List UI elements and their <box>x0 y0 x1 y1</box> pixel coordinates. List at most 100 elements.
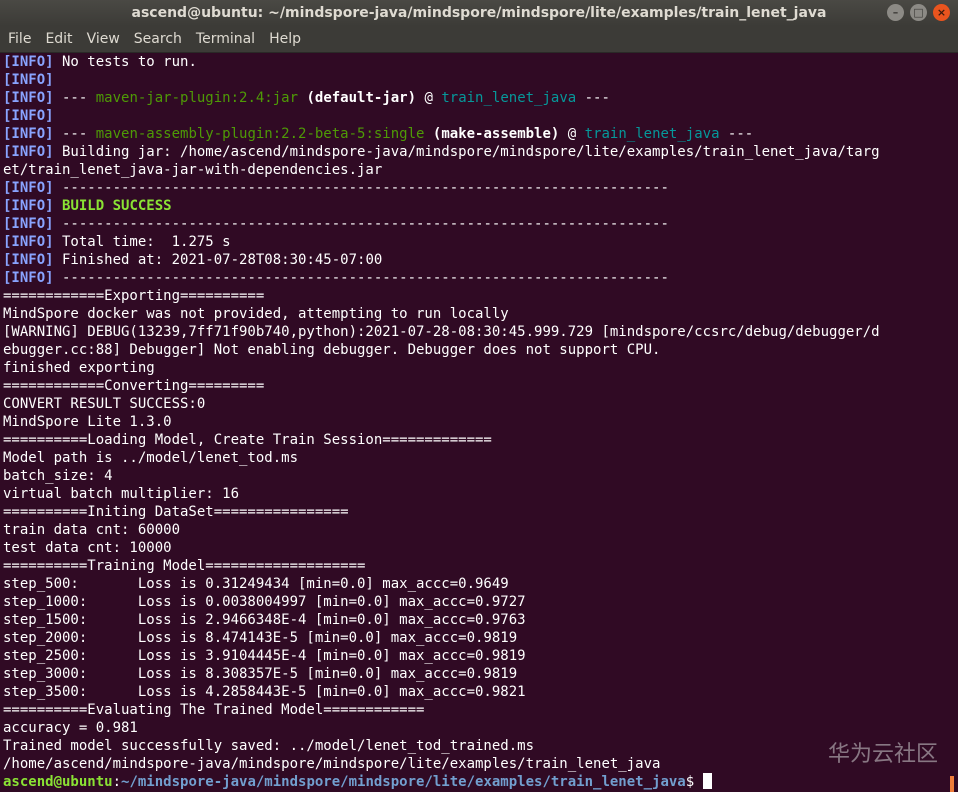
window-controls: – □ × <box>887 4 950 21</box>
prompt-path: ~/mindspore-java/mindspore/mindspore/lit… <box>121 774 686 790</box>
line-text <box>54 198 62 214</box>
terminal-line: test data cnt: 10000 <box>3 539 951 557</box>
info-tag: [INFO] <box>3 144 54 160</box>
line-text: virtual batch multiplier: 16 <box>3 486 240 502</box>
terminal-line: finished exporting <box>3 359 951 377</box>
terminal-line: [INFO] ---------------------------------… <box>3 215 951 233</box>
line-text: step_2000: Loss is 8.474143E-5 [min=0.0]… <box>3 630 518 646</box>
line-text: ==========Loading Model, Create Train Se… <box>3 432 492 448</box>
scroll-indicator[interactable] <box>950 776 954 792</box>
terminal-line: [INFO] No tests to run. <box>3 53 951 71</box>
info-tag: [INFO] <box>3 72 54 88</box>
prompt-separator: : <box>112 774 122 790</box>
line-text: ----------------------------------------… <box>53 270 669 286</box>
text-cursor <box>703 773 713 789</box>
line-text: --- <box>719 126 754 142</box>
terminal-line: [INFO] Building jar: /home/ascend/mindsp… <box>3 143 951 161</box>
line-text: CONVERT RESULT SUCCESS:0 <box>3 396 206 412</box>
line-text: MindSpore Lite 1.3.0 <box>3 414 172 430</box>
line-text: batch_size: 4 <box>3 468 113 484</box>
info-tag: [INFO] <box>3 234 54 250</box>
line-text: ==========Initing DataSet===============… <box>3 504 349 520</box>
terminal-line: [INFO] <box>3 71 951 89</box>
maximize-button[interactable]: □ <box>910 4 927 21</box>
line-text: (default-jar) <box>306 90 417 106</box>
line-text: /home/ascend/mindspore-java/mindspore/mi… <box>3 756 661 772</box>
line-text: et/train_lenet_java-jar-with-dependencie… <box>3 162 383 178</box>
terminal-line: [INFO] --- maven-jar-plugin:2.4:jar (def… <box>3 89 951 107</box>
menu-bar: File Edit View Search Terminal Help <box>0 26 958 53</box>
line-text: maven-assembly-plugin:2.2-beta-5:single <box>95 126 425 142</box>
line-text: Total time: 1.275 s <box>53 234 231 250</box>
info-tag: [INFO] <box>3 54 54 70</box>
terminal-line: [INFO] --- maven-assembly-plugin:2.2-bet… <box>3 125 951 143</box>
info-tag: [INFO] <box>3 270 54 286</box>
menu-file[interactable]: File <box>0 31 38 47</box>
info-tag: [INFO] <box>3 108 54 124</box>
terminal-line: Model path is ../model/lenet_tod.ms <box>3 449 951 467</box>
terminal-line: [WARNING] DEBUG(13239,7ff71f90b740,pytho… <box>3 323 951 341</box>
info-tag: [INFO] <box>3 126 54 142</box>
window-titlebar[interactable]: ascend@ubuntu: ~/mindspore-java/mindspor… <box>0 0 958 26</box>
terminal-line: step_1000: Loss is 0.0038004997 [min=0.0… <box>3 593 951 611</box>
line-text: Finished at: 2021-07-28T08:30:45-07:00 <box>53 252 383 268</box>
terminal-line: CONVERT RESULT SUCCESS:0 <box>3 395 951 413</box>
line-text: No tests to run. <box>53 54 197 70</box>
info-tag: [INFO] <box>3 90 54 106</box>
terminal-line: ============Exporting========== <box>3 287 951 305</box>
info-tag: [INFO] <box>3 216 54 232</box>
line-text: step_500: Loss is 0.31249434 [min=0.0] m… <box>3 576 509 592</box>
info-tag: [INFO] <box>3 252 54 268</box>
line-text: train_lenet_java <box>584 126 720 142</box>
prompt-symbol: $ <box>685 774 695 790</box>
line-text: train_lenet_java <box>441 90 577 106</box>
line-text: MindSpore docker was not provided, attem… <box>3 306 509 322</box>
close-button[interactable]: × <box>933 4 950 21</box>
terminal-line: et/train_lenet_java-jar-with-dependencie… <box>3 161 951 179</box>
line-text <box>424 126 432 142</box>
menu-edit[interactable]: Edit <box>38 31 79 47</box>
window-title: ascend@ubuntu: ~/mindspore-java/mindspor… <box>131 5 827 21</box>
scrollbar[interactable] <box>950 53 958 792</box>
prompt-user: ascend@ubuntu <box>3 774 113 790</box>
terminal-line: ebugger.cc:88] Debugger] Not enabling de… <box>3 341 951 359</box>
line-text: step_3500: Loss is 4.2858443E-5 [min=0.0… <box>3 684 526 700</box>
line-text: (make-assemble) <box>432 126 560 142</box>
line-text: ----------------------------------------… <box>53 180 669 196</box>
shell-prompt[interactable]: ascend@ubuntu:~/mindspore-java/mindspore… <box>3 773 951 791</box>
terminal-line: [INFO] BUILD SUCCESS <box>3 197 951 215</box>
terminal-line: step_500: Loss is 0.31249434 [min=0.0] m… <box>3 575 951 593</box>
terminal-line: step_1500: Loss is 2.9466348E-4 [min=0.0… <box>3 611 951 629</box>
line-text: Building jar: /home/ascend/mindspore-jav… <box>53 144 880 160</box>
terminal-line: train data cnt: 60000 <box>3 521 951 539</box>
line-text: --- <box>53 126 96 142</box>
terminal-output[interactable]: [INFO] No tests to run. [INFO] [INFO] --- … <box>3 53 951 792</box>
menu-search[interactable]: Search <box>127 31 189 47</box>
terminal-line: batch_size: 4 <box>3 467 951 485</box>
terminal-line: ==========Training Model================… <box>3 557 951 575</box>
terminal-line: /home/ascend/mindspore-java/mindspore/mi… <box>3 755 951 773</box>
menu-help[interactable]: Help <box>262 31 308 47</box>
terminal-line: [INFO] Total time: 1.275 s <box>3 233 951 251</box>
terminal-line: step_3000: Loss is 8.308357E-5 [min=0.0]… <box>3 665 951 683</box>
terminal-line: ==========Evaluating The Trained Model==… <box>3 701 951 719</box>
line-text: step_2500: Loss is 3.9104445E-4 [min=0.0… <box>3 648 526 664</box>
terminal-line: virtual batch multiplier: 16 <box>3 485 951 503</box>
line-text: ----------------------------------------… <box>53 216 669 232</box>
line-text: --- <box>53 90 96 106</box>
terminal-line: [INFO] Finished at: 2021-07-28T08:30:45-… <box>3 251 951 269</box>
menu-terminal[interactable]: Terminal <box>189 31 262 47</box>
terminal-line: accuracy = 0.981 <box>3 719 951 737</box>
line-text: ============Exporting========== <box>3 288 265 304</box>
terminal-line: ==========Loading Model, Create Train Se… <box>3 431 951 449</box>
terminal-line: [INFO] ---------------------------------… <box>3 269 951 287</box>
terminal-line: MindSpore Lite 1.3.0 <box>3 413 951 431</box>
line-text: @ <box>416 90 442 106</box>
minimize-button[interactable]: – <box>887 4 904 21</box>
info-tag: [INFO] <box>3 198 54 214</box>
terminal-line: ==========Initing DataSet===============… <box>3 503 951 521</box>
info-tag: [INFO] <box>3 180 54 196</box>
terminal-line: step_2500: Loss is 3.9104445E-4 [min=0.0… <box>3 647 951 665</box>
menu-view[interactable]: View <box>80 31 127 47</box>
terminal-line: step_3500: Loss is 4.2858443E-5 [min=0.0… <box>3 683 951 701</box>
